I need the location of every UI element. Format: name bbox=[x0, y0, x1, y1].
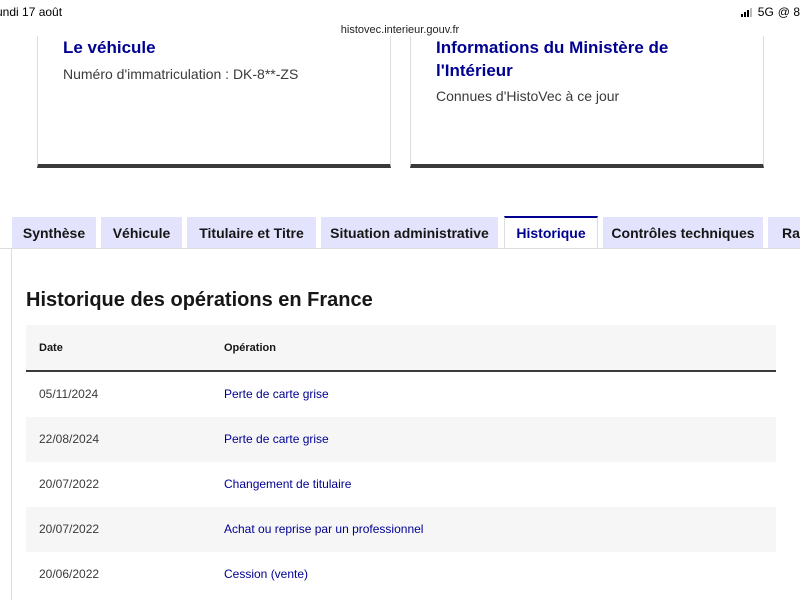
row-date: 05/11/2024 bbox=[39, 387, 99, 401]
registration-number: Numéro d'immatriculation : DK-8**-ZS bbox=[63, 66, 299, 82]
row-operation: Achat ou reprise par un professionnel bbox=[224, 522, 424, 536]
tab-titulaire[interactable]: Titulaire et Titre bbox=[187, 217, 316, 249]
table-row: 22/08/2024 Perte de carte grise bbox=[26, 417, 776, 462]
table-row: 20/06/2022 Cession (vente) bbox=[26, 552, 776, 597]
tab-vehicule[interactable]: Véhicule bbox=[101, 217, 182, 249]
row-date: 20/06/2022 bbox=[39, 567, 100, 581]
header-operation: Opération bbox=[224, 342, 276, 354]
vehicle-card-title: Le véhicule bbox=[63, 38, 156, 57]
status-extra: @ 8 bbox=[777, 5, 800, 19]
ministry-card-title: Informations du Ministère de l'Intérieur bbox=[436, 38, 669, 80]
row-date: 20/07/2022 bbox=[39, 477, 100, 491]
header-date: Date bbox=[39, 342, 63, 354]
tab-historique[interactable]: Historique bbox=[504, 216, 598, 249]
vehicle-card: Le véhicule Numéro d'immatriculation : D… bbox=[37, 36, 391, 168]
tab-controles-techniques[interactable]: Contrôles techniques bbox=[603, 217, 763, 249]
table-row: 20/07/2022 Changement de titulaire bbox=[26, 462, 776, 507]
row-operation: Perte de carte grise bbox=[224, 387, 329, 401]
ministry-card: Informations du Ministère de l'Intérieur… bbox=[410, 36, 764, 168]
ministry-card-text: Connues d'HistoVec à ce jour bbox=[436, 88, 620, 104]
table-header: Date Opération bbox=[26, 325, 776, 372]
tab-synthese[interactable]: Synthèse bbox=[12, 217, 96, 249]
tab-situation-administrative[interactable]: Situation administrative bbox=[321, 217, 498, 249]
status-bar: undi 17 août 5G @ 8 bbox=[0, 0, 800, 22]
signal-icon bbox=[740, 7, 752, 17]
operations-table: Date Opération 05/11/2024 Perte de carte… bbox=[26, 325, 776, 597]
row-date: 20/07/2022 bbox=[39, 522, 100, 536]
tab-list: Synthèse Véhicule Titulaire et Titre Sit… bbox=[0, 216, 800, 249]
row-operation: Cession (vente) bbox=[224, 567, 309, 581]
row-date: 22/08/2024 bbox=[39, 432, 100, 446]
status-indicators: 5G @ 8 bbox=[740, 5, 800, 19]
url-bar[interactable]: histovec.interieur.gouv.fr bbox=[0, 24, 800, 36]
historique-panel: Historique des opérations en France Date… bbox=[11, 249, 800, 600]
table-row: 05/11/2024 Perte de carte grise bbox=[26, 372, 776, 417]
network-label: 5G bbox=[757, 5, 774, 19]
panel-title: Historique des opérations en France bbox=[26, 289, 373, 311]
status-time: undi 17 août bbox=[0, 5, 63, 19]
row-operation: Changement de titulaire bbox=[224, 477, 352, 491]
table-row: 20/07/2022 Achat ou reprise par un profe… bbox=[26, 507, 776, 552]
tab-rapport[interactable]: Rap bbox=[768, 217, 800, 249]
row-operation: Perte de carte grise bbox=[224, 432, 329, 446]
